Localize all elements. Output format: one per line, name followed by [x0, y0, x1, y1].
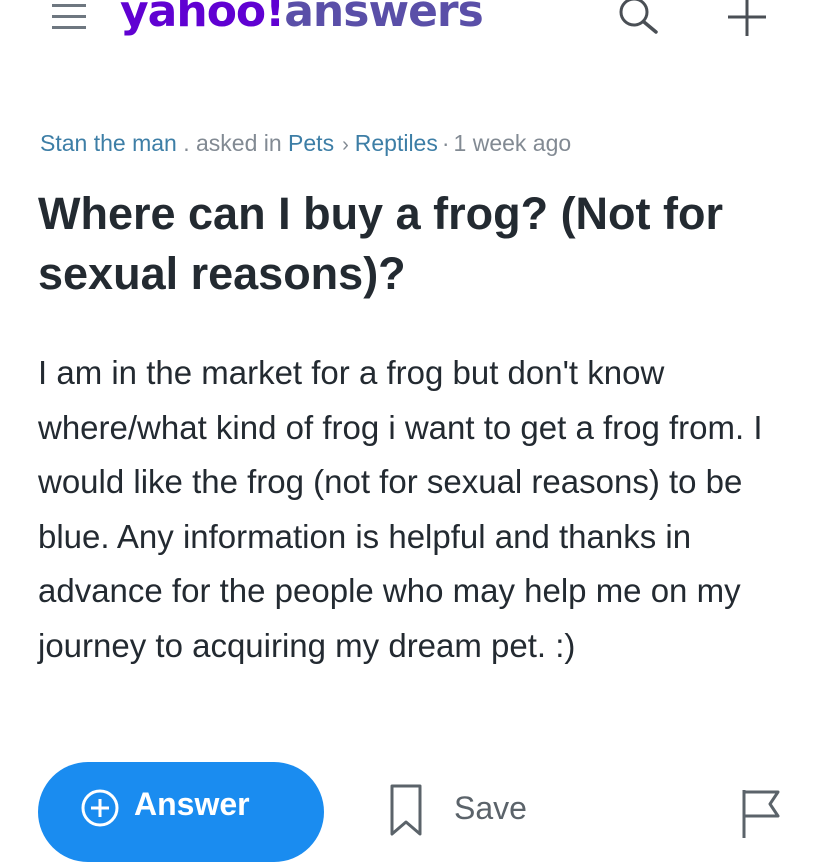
- plus-icon[interactable]: [722, 0, 772, 42]
- flag-icon[interactable]: [736, 786, 786, 838]
- question-title: Where can I buy a frog? (Not for sexual …: [38, 188, 724, 299]
- category-link[interactable]: Pets: [288, 130, 334, 156]
- answer-button[interactable]: Answer: [38, 762, 324, 862]
- save-button-label[interactable]: Save: [454, 790, 527, 827]
- author-link[interactable]: Stan the man: [40, 130, 177, 156]
- menu-icon[interactable]: [52, 2, 86, 32]
- subcategory-link[interactable]: Reptiles: [355, 130, 438, 156]
- logo-product: answers: [284, 0, 484, 37]
- yahoo-answers-logo[interactable]: yahoo!answers: [120, 0, 484, 37]
- plus-circle-icon: [81, 789, 119, 827]
- logo-brand: yahoo!: [120, 0, 285, 37]
- app-header: yahoo!answers: [0, 0, 828, 48]
- chevron-right-icon: ›: [342, 134, 349, 156]
- question-meta: Stan the man . asked in Pets › Reptiles · 1 …: [40, 130, 571, 157]
- question-time: 1 week ago: [453, 130, 572, 156]
- question-body: I am in the market for a frog but don't …: [38, 354, 763, 664]
- answer-button-label: Answer: [134, 786, 250, 822]
- bookmark-icon[interactable]: [386, 782, 426, 838]
- meta-separator: ·: [441, 130, 450, 156]
- search-icon[interactable]: [612, 0, 668, 42]
- asked-in-text: . asked in: [183, 130, 282, 156]
